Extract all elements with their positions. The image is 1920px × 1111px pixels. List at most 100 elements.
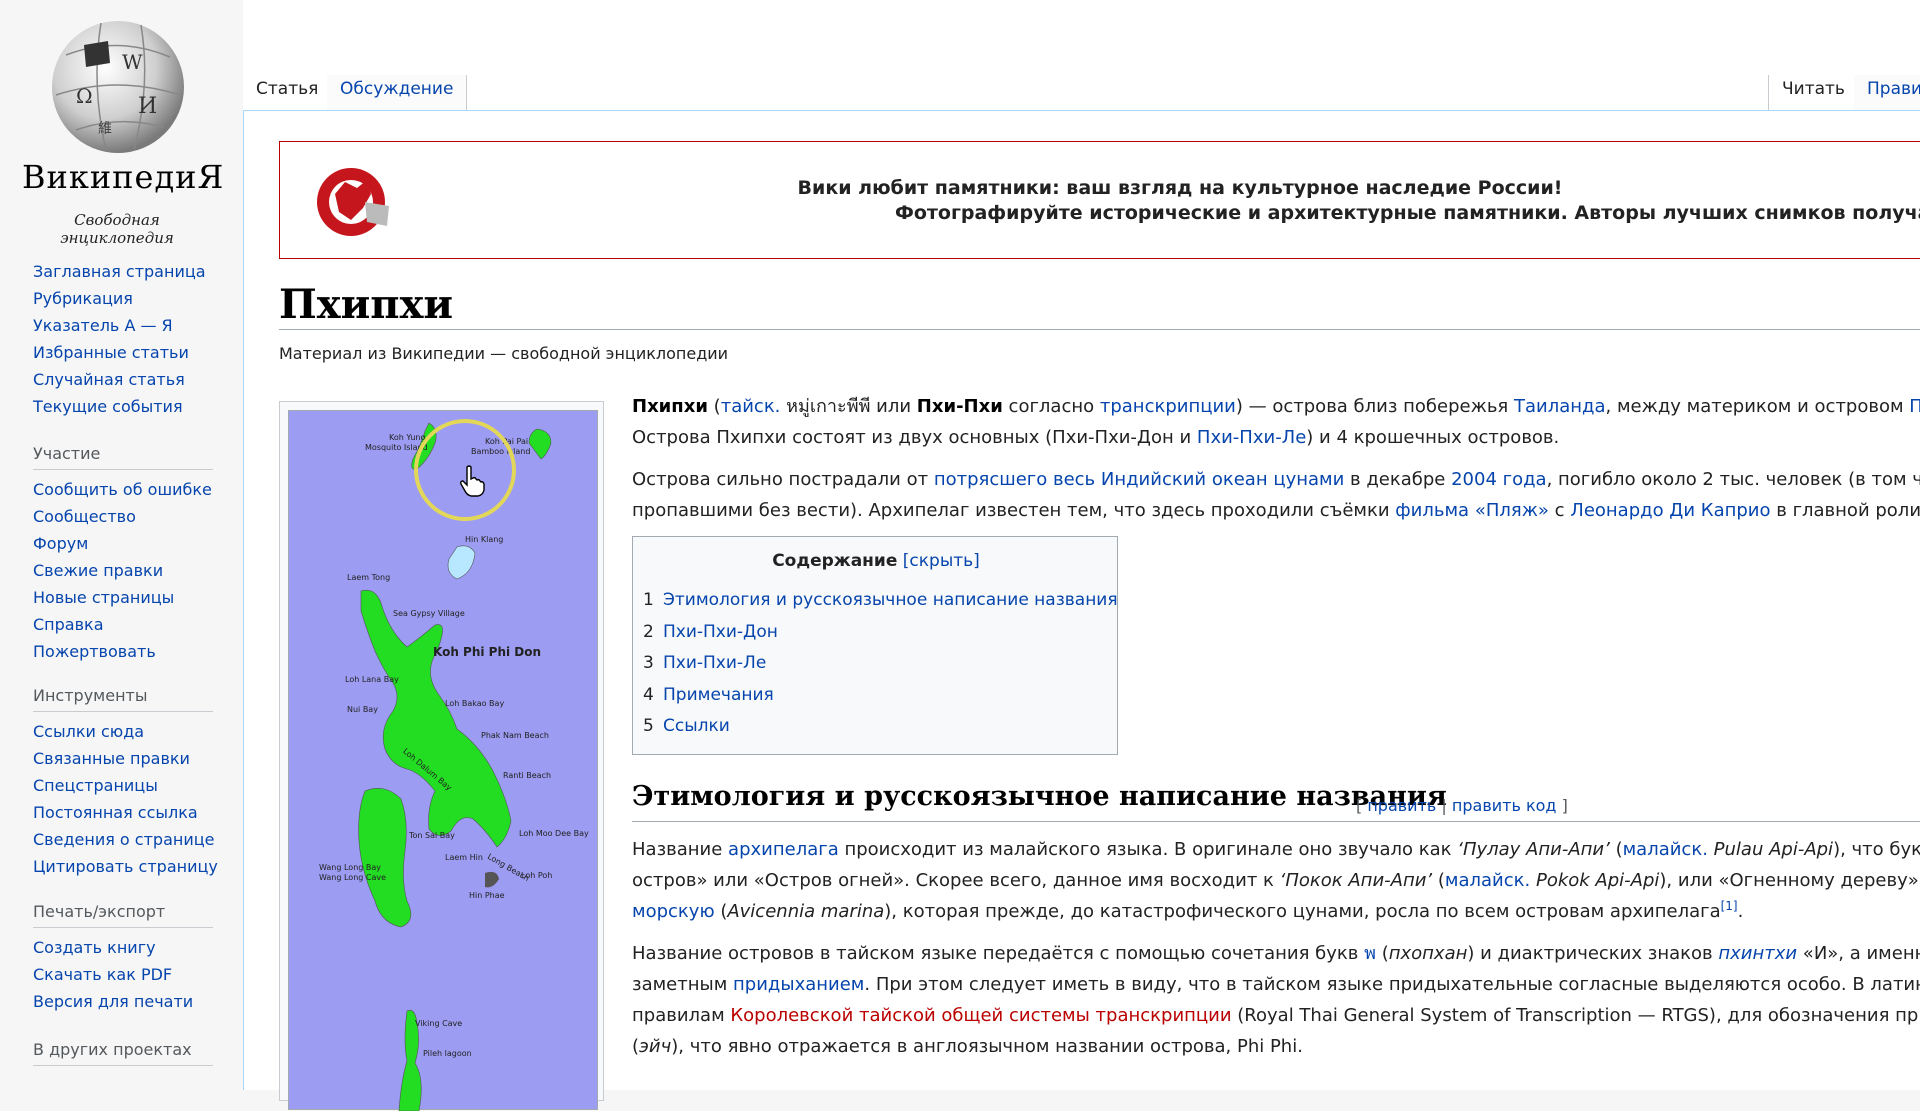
link-mangrove[interactable]: морскую: [632, 901, 715, 922]
article-content: Вики любит памятники: ваш взгляд на куль…: [243, 110, 1920, 1111]
link-aspiration[interactable]: придыханием: [733, 974, 864, 995]
tab-article[interactable]: Статья: [243, 75, 333, 111]
nav-recent-changes[interactable]: Свежие правки: [33, 557, 218, 584]
nav-categories[interactable]: Рубрикация: [33, 285, 218, 312]
nav-participation: Участие Сообщить об ошибке Сообщество Фо…: [33, 444, 218, 665]
toc-item[interactable]: 1 Этимология и русскоязычное написание на…: [643, 585, 1118, 617]
nav-report-error[interactable]: Сообщить об ошибке: [33, 476, 218, 503]
nav-community[interactable]: Сообщество: [33, 503, 218, 530]
text: в главной роли.: [1770, 500, 1920, 521]
map-label-laem-tong: Laem Tong: [347, 573, 391, 582]
link-tsunami[interactable]: потрясшего весь Индийский океан цунами: [934, 469, 1344, 490]
link-thailand[interactable]: Таиланда: [1514, 396, 1606, 417]
nav-tools-heading[interactable]: Инструменты: [33, 686, 213, 712]
link-archipelago[interactable]: архипелага: [728, 839, 839, 860]
title-divider: [279, 329, 1920, 330]
nav-tools: Инструменты Ссылки сюда Связанные правки…: [33, 686, 218, 880]
tab-edit[interactable]: Правит: [1854, 75, 1920, 111]
section-edit-links: [ править | править код ]: [1356, 796, 1568, 815]
footnote-link[interactable]: [1]: [1721, 899, 1738, 913]
toc-link-notes[interactable]: Примечания: [663, 685, 774, 705]
text: в декабре: [1344, 469, 1452, 490]
toc-link-etymology[interactable]: Этимология и русскоязычное написание наз…: [663, 590, 1118, 610]
link-2004[interactable]: 2004 года: [1451, 469, 1546, 490]
nav-forum[interactable]: Форум: [33, 530, 218, 557]
toc-link-phi-phi-don[interactable]: Пхи-Пхи-Дон: [663, 622, 778, 642]
edit-section-link[interactable]: править: [1367, 796, 1436, 815]
link-the-beach-film[interactable]: фильма «Пляж»: [1395, 500, 1549, 521]
map-label-wang-long-cave: Wang Long Cave: [319, 873, 387, 882]
italic-text: ‘Покок Апи-Апи’: [1279, 870, 1433, 891]
nav-featured[interactable]: Избранные статьи: [33, 339, 218, 366]
map-label-hin-klang: Hin Klang: [465, 535, 504, 544]
nav-cite-page[interactable]: Цитировать страницу: [33, 853, 218, 880]
toc-list: 1 Этимология и русскоязычное написание на…: [643, 585, 1118, 743]
link-phuket[interactable]: Пхукет: [1909, 396, 1920, 417]
link-thai[interactable]: тайск.: [721, 396, 781, 417]
tab-read[interactable]: Читать: [1768, 75, 1859, 111]
text: происходит из малайского языка. В оригин…: [838, 839, 1458, 860]
nav-other-projects-heading[interactable]: В других проектах: [33, 1040, 213, 1066]
toc-hide-link[interactable]: [скрыть]: [903, 551, 980, 571]
nav-random[interactable]: Случайная статья: [33, 366, 218, 393]
nav-participation-heading[interactable]: Участие: [33, 444, 213, 470]
link-dicaprio[interactable]: Леонардо Ди Каприо: [1570, 500, 1770, 521]
logo-tagline: Свободная энциклопедия: [60, 211, 174, 247]
nav-permanent-link[interactable]: Постоянная ссылка: [33, 799, 218, 826]
text: ) — острова близ побережья: [1235, 396, 1514, 417]
nav-related-changes[interactable]: Связанные правки: [33, 745, 218, 772]
nav-print-version[interactable]: Версия для печати: [33, 988, 218, 1015]
nav-print: Печать/экспорт Создать книгу Скачать как…: [33, 902, 218, 1015]
nav-main: Заглавная страница Рубрикация Указатель …: [33, 258, 218, 420]
link-transcription[interactable]: транскрипции: [1100, 396, 1236, 417]
campaign-banner[interactable]: Вики любит памятники: ваш взгляд на куль…: [279, 141, 1920, 259]
text: (: [714, 901, 728, 922]
link-thai-letter[interactable]: พ: [1364, 943, 1376, 964]
link-phi-phi-le[interactable]: Пхи-Пхи-Ле: [1197, 427, 1306, 448]
text: ), что буквальн: [1833, 839, 1920, 860]
toc-link-phi-phi-le[interactable]: Пхи-Пхи-Ле: [663, 653, 766, 673]
wikipedia-logo[interactable]: W Ω И 維 ВикипедиЯ Свободная энциклопедия: [22, 15, 223, 247]
text: (: [1432, 870, 1445, 891]
link-malay[interactable]: малайск.: [1445, 870, 1530, 891]
nav-donate[interactable]: Пожертвовать: [33, 638, 218, 665]
sidebar: W Ω И 維 ВикипедиЯ Свободная энциклопедия…: [0, 0, 243, 1080]
svg-text:維: 維: [98, 121, 112, 137]
hand-pointer-icon: [460, 465, 485, 497]
toc-item[interactable]: 2 Пхи-Пхи-Дон: [643, 617, 1118, 649]
tab-read-label: Читать: [1782, 79, 1845, 99]
link-phinthu[interactable]: пхинтхи: [1718, 943, 1797, 964]
nav-create-book[interactable]: Создать книгу: [33, 934, 218, 961]
nav-current-events[interactable]: Текущие события: [33, 393, 218, 420]
tab-talk[interactable]: Обсуждение: [327, 75, 468, 111]
map-label-loh-lana-bay: Loh Lana Bay: [345, 675, 399, 684]
edit-source-link[interactable]: править код: [1452, 796, 1557, 815]
banner-subline: Фотографируйте исторические и архитектур…: [895, 202, 1920, 224]
nav-print-heading[interactable]: Печать/экспорт: [33, 902, 213, 928]
nav-page-info[interactable]: Сведения о странице: [33, 826, 218, 853]
article-name-bold: Пхипхи: [632, 396, 708, 417]
toc-item[interactable]: 4 Примечания: [643, 680, 1118, 712]
text: пропавшими без вести). Архипелаг известе…: [632, 500, 1396, 521]
nav-download-pdf[interactable]: Скачать как PDF: [33, 961, 218, 988]
nav-help[interactable]: Справка: [33, 611, 218, 638]
nav-special-pages[interactable]: Спецстраницы: [33, 772, 218, 799]
toc-item[interactable]: 5 Ссылки: [643, 711, 1118, 743]
italic-text: пхопхан: [1388, 943, 1468, 964]
text: ), или «Огненному дереву», как: [1659, 870, 1920, 891]
link-malay[interactable]: малайск.: [1623, 839, 1708, 860]
map-label-phak-nam-beach: Phak Nam Beach: [481, 731, 549, 740]
text: ) и 4 крошечных островов.: [1306, 427, 1560, 448]
text: (: [1609, 839, 1623, 860]
toc-link-links[interactable]: Ссылки: [663, 716, 730, 736]
banner-headline: Вики любит памятники: ваш взгляд на куль…: [797, 177, 1563, 199]
nav-index[interactable]: Указатель А — Я: [33, 312, 218, 339]
nav-main-page[interactable]: Заглавная страница: [33, 258, 218, 285]
section-divider: [632, 821, 1920, 822]
redlink-rtgs[interactable]: Королевской тайской общей системы транск…: [730, 1005, 1231, 1026]
section-heading-etymology: Этимология и русскоязычное написание наз…: [632, 781, 1447, 812]
nav-new-pages[interactable]: Новые страницы: [33, 584, 218, 611]
nav-what-links-here[interactable]: Ссылки сюда: [33, 718, 218, 745]
text: (: [707, 396, 721, 417]
toc-item[interactable]: 3 Пхи-Пхи-Ле: [643, 648, 1118, 680]
